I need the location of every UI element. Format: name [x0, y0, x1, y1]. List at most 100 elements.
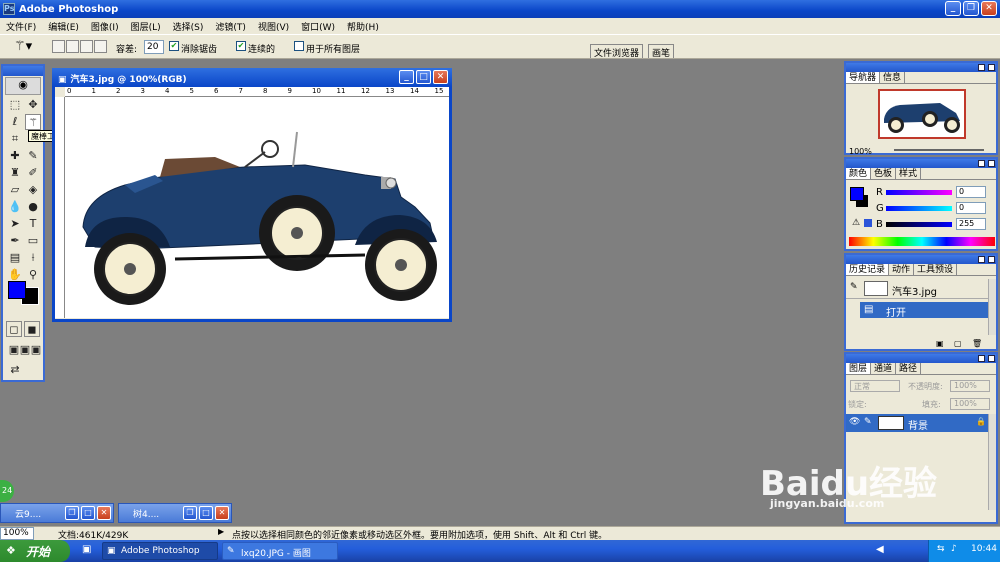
- gamut-warning-icon[interactable]: ⚠: [852, 218, 860, 228]
- subtract-selection-icon[interactable]: [80, 40, 93, 53]
- tab-tool-presets[interactable]: 工具预设: [914, 264, 958, 275]
- clone-stamp-icon[interactable]: ♜: [7, 165, 23, 181]
- r-slider[interactable]: [886, 190, 952, 195]
- min2-restore-button[interactable]: ❐: [183, 506, 197, 520]
- magic-wand-tool-icon[interactable]: ⚚: [25, 114, 41, 130]
- close-button[interactable]: ✕: [981, 1, 997, 16]
- tab-info[interactable]: 信息: [880, 72, 906, 83]
- contiguous-checkbox[interactable]: ✔: [236, 41, 246, 51]
- foreground-color-swatch[interactable]: [8, 281, 26, 299]
- min1-restore-button[interactable]: ❐: [65, 506, 79, 520]
- history-brush-icon[interactable]: ✐: [25, 165, 41, 181]
- volume-icon[interactable]: ♪: [951, 544, 957, 554]
- layer-row-background[interactable]: 👁 ✎ 背景 🔒: [846, 414, 988, 432]
- path-select-icon[interactable]: ➤: [7, 216, 23, 232]
- pen-tool-icon[interactable]: ✒: [7, 233, 23, 249]
- type-tool-icon[interactable]: T: [25, 216, 41, 232]
- dodge-tool-icon[interactable]: ●: [25, 199, 41, 215]
- history-trash-icon[interactable]: 🗑: [972, 339, 982, 348]
- tolerance-input[interactable]: 20: [144, 40, 164, 54]
- blend-mode-select[interactable]: 正常: [850, 380, 900, 392]
- g-slider[interactable]: [886, 206, 952, 211]
- crop-tool-icon[interactable]: ⌗: [7, 131, 23, 147]
- show-desktop-icon[interactable]: ◀: [876, 544, 884, 555]
- menu-edit[interactable]: 编辑(E): [42, 20, 85, 33]
- tab-color[interactable]: 颜色: [846, 168, 872, 179]
- zoom-tool-icon[interactable]: ⚲: [25, 267, 41, 283]
- notification-badge[interactable]: 24: [0, 480, 14, 502]
- tab-styles[interactable]: 样式: [896, 168, 922, 179]
- move-tool-icon[interactable]: ✥: [25, 97, 41, 113]
- standard-mode-icon[interactable]: ◻: [6, 321, 22, 337]
- tab-history[interactable]: 历史记录: [846, 264, 890, 275]
- g-input[interactable]: 0: [956, 202, 986, 214]
- min1-close-button[interactable]: ✕: [97, 506, 111, 520]
- menu-filter[interactable]: 滤镜(T): [209, 20, 252, 33]
- doc-close-button[interactable]: ✕: [433, 70, 448, 84]
- history-new-doc-icon[interactable]: ▣: [936, 339, 944, 348]
- add-selection-icon[interactable]: [66, 40, 79, 53]
- start-button[interactable]: ❖ 开始: [0, 540, 70, 562]
- b-slider[interactable]: [886, 222, 952, 227]
- min1-maximize-button[interactable]: □: [81, 506, 95, 520]
- menu-image[interactable]: 图像(I): [85, 20, 125, 33]
- magic-wand-preset-icon[interactable]: ⚚▾: [14, 39, 32, 54]
- tab-navigator[interactable]: 导航器: [846, 72, 881, 83]
- quick-mask-icon[interactable]: ◼: [24, 321, 40, 337]
- taskbar-item-photoshop[interactable]: ▣ Adobe Photoshop: [102, 542, 218, 560]
- brush-tab[interactable]: 画笔: [648, 44, 675, 59]
- history-step-open[interactable]: ▤ 打开: [860, 302, 988, 319]
- history-new-snapshot-icon[interactable]: ▢: [954, 339, 962, 348]
- restore-button[interactable]: ❐: [963, 1, 979, 16]
- brush-tool-icon[interactable]: ✎: [25, 148, 41, 164]
- navigator-zoom-slider[interactable]: [894, 149, 984, 151]
- new-selection-icon[interactable]: [52, 40, 65, 53]
- minimize-button[interactable]: _: [945, 1, 961, 16]
- adobe-online-icon[interactable]: ◉: [5, 77, 41, 95]
- navigator-thumbnail[interactable]: [878, 89, 966, 139]
- status-arrow-icon[interactable]: ▶: [218, 527, 224, 536]
- shape-tool-icon[interactable]: ▭: [25, 233, 41, 249]
- doc-maximize-button[interactable]: □: [416, 70, 431, 84]
- quick-launch-icon[interactable]: ▣: [82, 544, 91, 555]
- tab-paths[interactable]: 路径: [896, 363, 922, 374]
- min2-maximize-button[interactable]: □: [199, 506, 213, 520]
- menu-window[interactable]: 窗口(W): [295, 20, 341, 33]
- intersect-selection-icon[interactable]: [94, 40, 107, 53]
- min2-close-button[interactable]: ✕: [215, 506, 229, 520]
- menu-file[interactable]: 文件(F): [0, 20, 42, 33]
- doc-minimize-button[interactable]: _: [399, 70, 414, 84]
- status-zoom-input[interactable]: 100%: [0, 527, 34, 540]
- lasso-tool-icon[interactable]: ℓ: [7, 114, 23, 130]
- gamut-swatch[interactable]: [864, 219, 872, 227]
- eyedropper-icon[interactable]: ⟊: [25, 250, 41, 266]
- color-ramp[interactable]: [849, 237, 995, 246]
- minimized-window-2[interactable]: 树4.... ❐ □ ✕: [118, 503, 232, 523]
- tab-channels[interactable]: 通道: [871, 363, 897, 374]
- history-scrollbar[interactable]: [988, 279, 996, 335]
- healing-brush-icon[interactable]: ✚: [7, 148, 23, 164]
- tab-layers[interactable]: 图层: [846, 363, 872, 374]
- opacity-input[interactable]: 100%: [950, 380, 990, 392]
- b-input[interactable]: 255: [956, 218, 986, 230]
- image-canvas[interactable]: [65, 97, 449, 318]
- tab-swatches[interactable]: 色板: [871, 168, 897, 179]
- paint-bucket-icon[interactable]: ◈: [25, 182, 41, 198]
- menu-help[interactable]: 帮助(H): [341, 20, 385, 33]
- layer-visibility-icon[interactable]: 👁: [849, 417, 860, 427]
- menu-view[interactable]: 视图(V): [252, 20, 295, 33]
- file-browser-tab[interactable]: 文件浏览器: [590, 44, 644, 59]
- marquee-tool-icon[interactable]: ⬚: [7, 97, 23, 113]
- network-icon[interactable]: ⇆: [937, 544, 945, 554]
- tab-actions[interactable]: 动作: [889, 264, 915, 275]
- fill-input[interactable]: 100%: [950, 398, 990, 410]
- menu-layer[interactable]: 图层(L): [125, 20, 167, 33]
- color-fg-swatch[interactable]: [850, 187, 864, 201]
- eraser-tool-icon[interactable]: ▱: [7, 182, 23, 198]
- menu-select[interactable]: 选择(S): [167, 20, 210, 33]
- notes-tool-icon[interactable]: ▤: [7, 250, 23, 266]
- jump-to-imageready-icon[interactable]: ⇄: [7, 362, 23, 378]
- screen-mode-3-icon[interactable]: ▣: [28, 342, 44, 358]
- minimized-window-1[interactable]: 云9.... ❐ □ ✕: [0, 503, 114, 523]
- antialias-checkbox[interactable]: ✔: [169, 41, 179, 51]
